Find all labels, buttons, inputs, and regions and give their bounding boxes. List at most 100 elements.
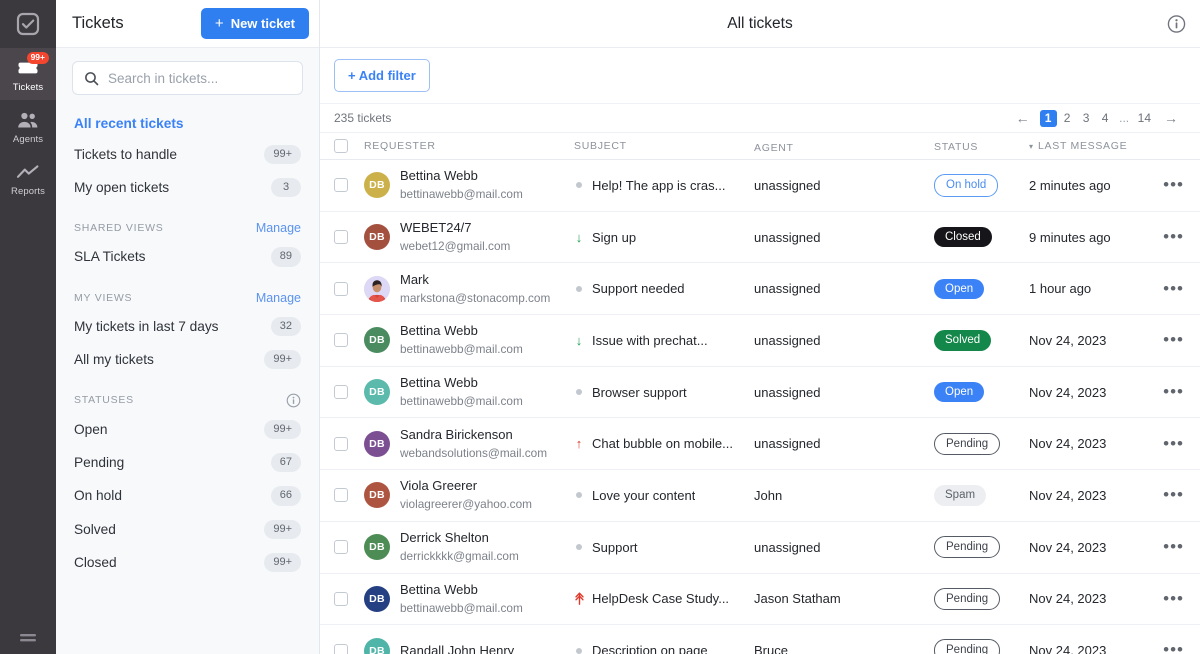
- row-checkbox[interactable]: [334, 230, 348, 245]
- sidebar-item-sla-tickets[interactable]: SLA Tickets 89: [56, 240, 319, 273]
- collapse-menu-icon[interactable]: [0, 632, 56, 644]
- table-row[interactable]: Mark markstona@stonacomp.com Support nee…: [320, 263, 1200, 316]
- row-checkbox[interactable]: [334, 540, 348, 555]
- sidebar-view-all-recent-tickets[interactable]: All recent tickets: [56, 109, 319, 138]
- subject-cell[interactable]: Help! The app is cras...: [574, 178, 754, 193]
- pagination-prev-icon[interactable]: ←: [1013, 110, 1033, 127]
- table-row[interactable]: DB Viola Greerer violagreerer@yahoo.com …: [320, 470, 1200, 522]
- row-actions-menu-icon[interactable]: •••: [1161, 590, 1186, 608]
- row-checkbox[interactable]: [334, 281, 348, 296]
- sidebar-item-count: 32: [270, 316, 301, 336]
- subject-cell[interactable]: ↓ Issue with prechat...: [574, 333, 754, 348]
- table-row[interactable]: DB Bettina Webb bettinawebb@mail.com Bro…: [320, 366, 1200, 419]
- table-row[interactable]: DB WEBET24/7 webet12@gmail.com ↓ Sign up…: [320, 211, 1200, 264]
- last-message-cell: Nov 24, 2023: [1029, 384, 1107, 400]
- row-actions-menu-icon[interactable]: •••: [1161, 228, 1186, 246]
- sidebar-view-tickets-to-handle[interactable]: Tickets to handle 99+: [56, 138, 319, 171]
- subject-cell[interactable]: Support needed: [574, 281, 754, 296]
- search-icon: [85, 71, 99, 85]
- status-badge: Spam: [934, 485, 987, 506]
- sidebar-item-all-my-tickets[interactable]: All my tickets 99+: [56, 343, 319, 376]
- table-row[interactable]: DB Derrick Shelton derrickkkk@gmail.com …: [320, 521, 1200, 574]
- column-header-status[interactable]: STATUS: [934, 141, 978, 153]
- search-box[interactable]: [72, 61, 303, 95]
- row-actions-menu-icon[interactable]: •••: [1161, 176, 1186, 194]
- sidebar-status-closed[interactable]: Closed 99+: [56, 546, 319, 579]
- subject-cell[interactable]: Browser support: [574, 385, 754, 400]
- requester-name: Bettina Webb: [400, 581, 478, 597]
- row-actions-menu-icon[interactable]: •••: [1161, 280, 1186, 298]
- sidebar-status-open[interactable]: Open 99+: [56, 413, 319, 446]
- column-header-requester[interactable]: REQUESTER: [364, 140, 436, 152]
- row-checkbox[interactable]: [334, 591, 348, 606]
- priority-normal-icon: [574, 389, 584, 396]
- pagination-page-4[interactable]: 4: [1097, 110, 1114, 127]
- subject-cell[interactable]: HelpDesk Case Study...: [574, 591, 754, 606]
- row-actions-menu-icon[interactable]: •••: [1161, 641, 1186, 654]
- subject-cell[interactable]: ↓ Sign up: [574, 230, 754, 245]
- rail-item-tickets[interactable]: 99+ Tickets: [0, 48, 56, 100]
- table-row[interactable]: DB Sandra Birickenson webandsolutions@ma…: [320, 418, 1200, 471]
- header-info-icon[interactable]: [1167, 14, 1186, 33]
- row-checkbox[interactable]: [334, 436, 348, 451]
- column-header-agent[interactable]: AGENT: [754, 142, 794, 154]
- agent-cell: unassigned: [754, 539, 821, 555]
- row-checkbox[interactable]: [334, 178, 348, 193]
- pagination-page-last[interactable]: 14: [1135, 110, 1154, 127]
- new-ticket-button[interactable]: + New ticket: [200, 8, 309, 39]
- sidebar-item-my-tickets-last-7-days[interactable]: My tickets in last 7 days 32: [56, 310, 319, 343]
- sidebar-status-pending[interactable]: Pending 67: [56, 446, 319, 479]
- last-message-cell: Nov 24, 2023: [1029, 643, 1107, 654]
- row-actions-menu-icon[interactable]: •••: [1161, 538, 1186, 556]
- table-row[interactable]: DB Randall John Henry Description on pag…: [320, 625, 1200, 654]
- tickets-sidebar: Tickets + New ticket All recent tickets …: [56, 0, 320, 654]
- statuses-info-icon[interactable]: [286, 393, 301, 408]
- column-header-subject[interactable]: SUBJECT: [574, 140, 627, 152]
- pagination-page-1[interactable]: 1: [1039, 109, 1057, 127]
- row-actions-menu-icon[interactable]: •••: [1161, 435, 1186, 453]
- subject-cell[interactable]: Description on page: [574, 643, 754, 654]
- shared-views-section-header: SHARED VIEWS Manage: [56, 204, 319, 240]
- app-logo[interactable]: [0, 0, 56, 48]
- status-cell: On hold: [934, 174, 1029, 197]
- status-cell: Solved: [934, 330, 1029, 351]
- row-actions-menu-icon[interactable]: •••: [1161, 486, 1186, 504]
- search-input[interactable]: [108, 70, 291, 86]
- last-message-cell: Nov 24, 2023: [1029, 436, 1107, 452]
- status-badge: Open: [934, 278, 985, 299]
- subject-text: Help! The app is cras...: [592, 177, 726, 193]
- subject-cell[interactable]: ↑ Chat bubble on mobile...: [574, 436, 754, 451]
- row-actions-menu-icon[interactable]: •••: [1161, 383, 1186, 401]
- select-all-checkbox[interactable]: [334, 139, 348, 153]
- pagination-page-3[interactable]: 3: [1078, 110, 1095, 127]
- pagination-next-icon[interactable]: →: [1161, 110, 1181, 127]
- priority-low-icon: ↓: [575, 332, 583, 348]
- rail-item-reports[interactable]: Reports: [0, 152, 56, 204]
- table-row[interactable]: DB Bettina Webb bettinawebb@mail.com ↓ I…: [320, 315, 1200, 367]
- subject-text: Issue with prechat...: [592, 332, 708, 348]
- row-checkbox[interactable]: [334, 488, 348, 503]
- column-header-last-message[interactable]: ▾ LAST MESSAGE: [1029, 140, 1159, 152]
- manage-my-views-link[interactable]: Manage: [256, 291, 301, 305]
- requester-cell: DB Bettina Webb bettinawebb@mail.com: [364, 167, 574, 203]
- priority-normal-icon: [574, 544, 584, 551]
- pagination-page-2[interactable]: 2: [1059, 110, 1076, 127]
- sidebar-header: Tickets + New ticket: [56, 0, 319, 48]
- row-checkbox[interactable]: [334, 333, 348, 348]
- manage-shared-views-link[interactable]: Manage: [256, 221, 301, 235]
- add-filter-button[interactable]: + Add filter: [334, 59, 430, 92]
- sidebar-view-my-open-tickets[interactable]: My open tickets 3: [56, 171, 319, 204]
- row-checkbox[interactable]: [334, 643, 348, 654]
- table-row[interactable]: DB Bettina Webb bettinawebb@mail.com Hel…: [320, 573, 1200, 626]
- subject-cell[interactable]: Love your content: [574, 488, 754, 503]
- sidebar-status-on-hold[interactable]: On hold 66: [56, 479, 319, 512]
- sidebar-status-solved[interactable]: Solved 99+: [56, 513, 319, 546]
- rail-item-agents[interactable]: Agents: [0, 100, 56, 152]
- requester-cell: Mark markstona@stonacomp.com: [364, 271, 574, 307]
- status-cell: Pending: [934, 535, 1029, 559]
- row-checkbox[interactable]: [334, 385, 348, 400]
- row-actions-menu-icon[interactable]: •••: [1161, 331, 1186, 349]
- subject-cell[interactable]: Support: [574, 540, 754, 555]
- sidebar-item-label: On hold: [74, 488, 122, 504]
- table-row[interactable]: DB Bettina Webb bettinawebb@mail.com Hel…: [320, 160, 1200, 212]
